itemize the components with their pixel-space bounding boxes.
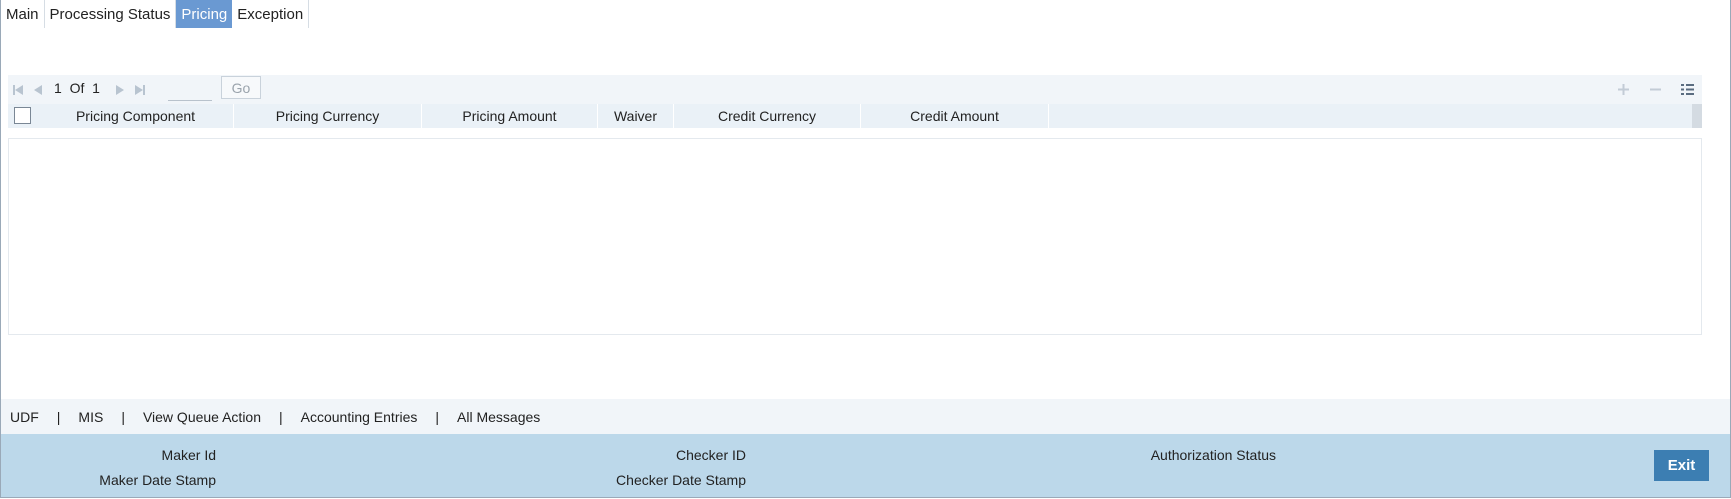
go-button[interactable]: Go [221,76,261,99]
udf-link[interactable]: UDF [10,409,39,425]
previous-page-icon[interactable] [32,84,44,96]
tab-bar: Main Processing Status Pricing Exception [1,0,310,28]
column-header-credit-amount[interactable]: Credit Amount [861,104,1049,128]
grid-body [8,138,1702,335]
link-separator: | [279,408,283,425]
view-queue-action-link[interactable]: View Queue Action [143,409,261,425]
mis-link[interactable]: MIS [78,409,103,425]
checker-id-label: Checker ID [675,447,746,463]
first-page-icon[interactable] [12,84,24,96]
tab-main[interactable]: Main [1,0,45,28]
last-page-icon[interactable] [134,84,146,96]
footer-links-bar: UDF | MIS | View Queue Action | Accounti… [1,399,1730,434]
pricing-screen: Main Processing Status Pricing Exception… [0,0,1731,498]
link-separator: | [56,408,61,425]
column-header-pricing-amount[interactable]: Pricing Amount [422,104,598,128]
exit-button[interactable]: Exit [1654,450,1709,481]
next-page-icon[interactable] [114,84,126,96]
total-pages: 1 [92,80,100,96]
all-messages-link[interactable]: All Messages [457,409,540,425]
current-page: 1 [54,80,62,96]
maker-date-stamp-label: Maker Date Stamp [99,472,216,488]
authorization-status-label: Authorization Status [1150,447,1276,463]
checker-date-stamp-label: Checker Date Stamp [616,472,746,488]
column-header-waiver[interactable]: Waiver [598,104,674,128]
page-indicator: 1 Of 1 [54,80,100,96]
tab-pricing[interactable]: Pricing [176,0,233,28]
grid-header: Pricing Component Pricing Currency Prici… [8,104,1702,128]
select-all-checkbox[interactable] [14,107,31,124]
link-separator: | [435,408,440,425]
page-number-input[interactable] [168,78,212,101]
tab-exception[interactable]: Exception [232,0,310,28]
delete-row-icon[interactable] [1648,82,1663,97]
link-separator: | [121,408,125,425]
list-view-icon[interactable] [1680,82,1695,97]
of-label: Of [69,80,85,96]
column-header-pricing-component[interactable]: Pricing Component [38,104,234,128]
accounting-entries-link[interactable]: Accounting Entries [301,409,418,425]
tab-processing-status[interactable]: Processing Status [45,0,177,28]
grid-vertical-scrollbar[interactable] [1692,104,1702,128]
column-header-credit-currency[interactable]: Credit Currency [674,104,861,128]
add-row-icon[interactable] [1616,82,1631,97]
grid-toolbar: 1 Of 1 Go [8,75,1702,104]
column-header-pricing-currency[interactable]: Pricing Currency [234,104,422,128]
audit-panel: Maker Id Maker Date Stamp Checker ID Che… [1,434,1730,497]
maker-id-label: Maker Id [161,447,216,463]
